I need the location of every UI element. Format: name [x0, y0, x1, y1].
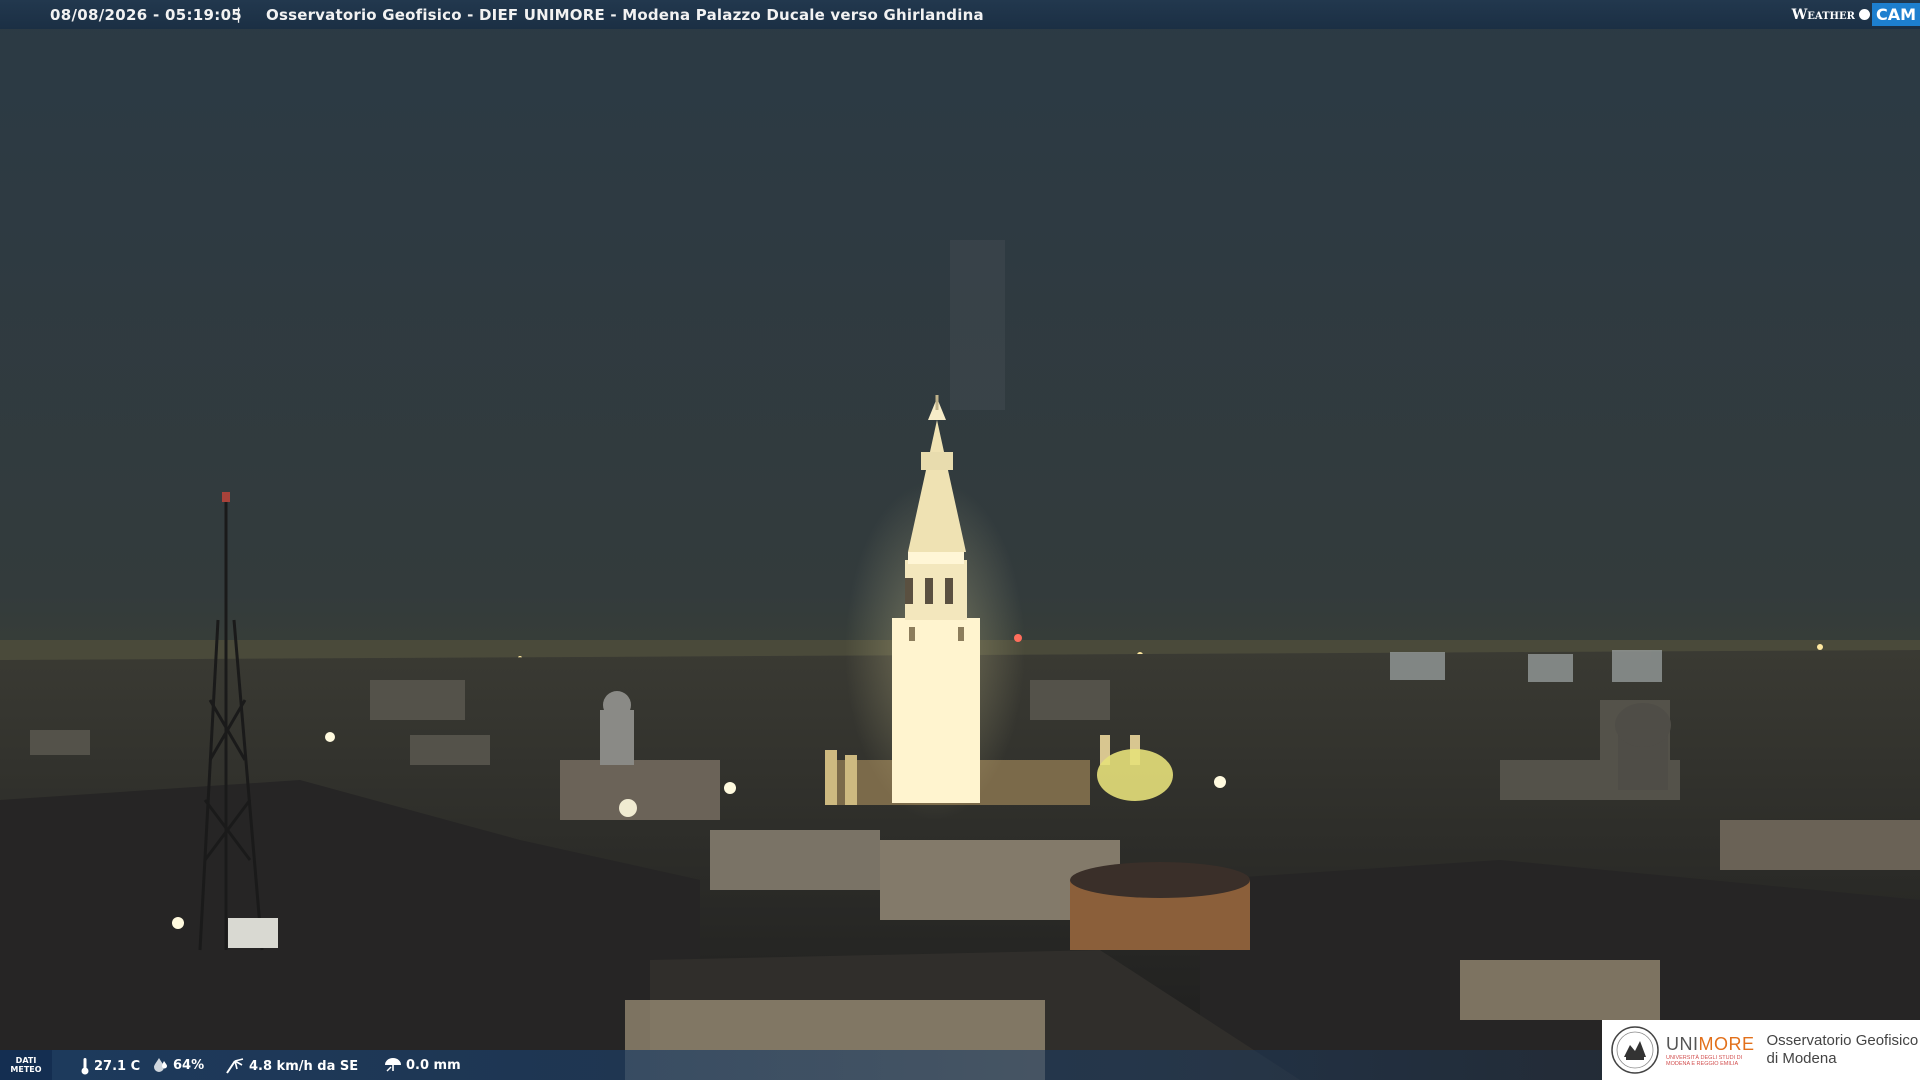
webcam-scene — [0, 0, 1920, 1080]
tree-glow — [1097, 749, 1173, 801]
brand-cam: CAM — [1871, 3, 1920, 26]
meteo-tag-line2: METEO — [10, 1065, 42, 1074]
brand-weather: Weather — [1791, 6, 1855, 23]
right-dome — [1615, 703, 1671, 790]
top-info-bar: 08/08/2026 - 05:19:05 | Osservatorio Geo… — [0, 0, 1920, 29]
temperature-value: 27.1 C — [94, 1058, 141, 1074]
rotunda-roof — [1070, 862, 1250, 898]
humidity-reading: 64% — [153, 1057, 204, 1073]
weathercam-logo: Weather CAM — [1792, 0, 1920, 29]
meteo-tag-line1: DATI — [15, 1056, 37, 1065]
meteo-tag: DATI METEO — [0, 1050, 52, 1080]
observatory-name-line1: Osservatorio Geofisico — [1766, 1032, 1919, 1049]
temperature-reading: 27.1 C — [80, 1057, 140, 1075]
unimore-sub-line2: MODENA E REGGIO EMILIA — [1666, 1060, 1739, 1067]
left-dome — [600, 691, 634, 765]
humidity-icon — [154, 1058, 167, 1072]
observatory-name: Osservatorio Geofisico di Modena — [1767, 1032, 1919, 1068]
unimore-name-part2: MORE — [1698, 1033, 1755, 1054]
unimore-seal-icon — [1611, 1026, 1659, 1074]
wind-value: 4.8 km/h da SE — [249, 1058, 359, 1074]
brand-dot-icon — [1858, 9, 1870, 20]
mast-top-light — [222, 492, 230, 502]
humidity-value: 64% — [173, 1057, 205, 1073]
wind-reading: 4.8 km/h da SE — [225, 1057, 358, 1075]
rain-icon — [385, 1058, 401, 1072]
wind-icon — [226, 1058, 244, 1074]
camera-title: Osservatorio Geofisico - DIEF UNIMORE - … — [266, 6, 984, 24]
timestamp: 08/08/2026 - 05:19:05 — [50, 6, 243, 24]
rain-value: 0.0 mm — [406, 1057, 461, 1073]
unimore-logo-box: UNIMORE UNIVERSITÀ DEGLI STUDI DI MODENA… — [1602, 1020, 1920, 1080]
mast-base-box — [228, 918, 278, 948]
haze-streak — [950, 240, 1005, 410]
thermometer-icon — [81, 1058, 89, 1075]
unimore-name: UNIMORE — [1666, 1034, 1755, 1055]
separator: | — [236, 5, 242, 23]
unimore-wordmark: UNIMORE UNIVERSITÀ DEGLI STUDI DI MODENA… — [1666, 1034, 1755, 1067]
observatory-name-line2: di Modena — [1766, 1050, 1837, 1067]
rain-reading: 0.0 mm — [384, 1057, 461, 1073]
unimore-name-part1: UNI — [1666, 1033, 1699, 1054]
